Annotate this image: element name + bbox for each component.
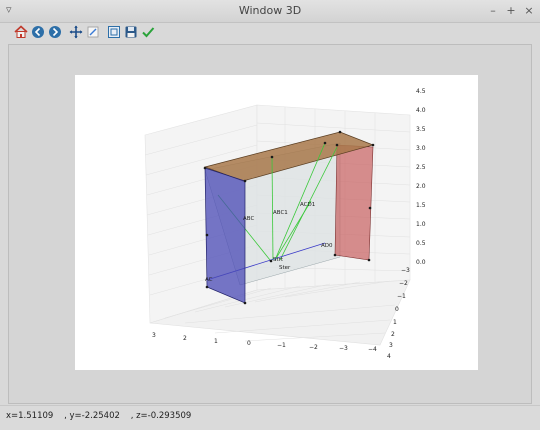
red-wall	[334, 144, 374, 261]
home-button[interactable]	[14, 25, 28, 39]
z-tick: 4.0	[416, 107, 426, 114]
forward-button[interactable]	[48, 25, 62, 39]
y-tick: 0	[395, 306, 399, 313]
y-tick: −1	[397, 293, 406, 300]
x-tick: −1	[277, 342, 286, 349]
x-tick: −2	[309, 344, 318, 351]
label-ac: AC	[205, 277, 213, 283]
y-tick: 3	[389, 342, 393, 349]
check-icon	[142, 27, 155, 38]
z-tick: 0.5	[416, 240, 426, 247]
title-bar: ▿ Window 3D – + ×	[0, 0, 540, 23]
z-tick: 1.0	[416, 221, 426, 228]
label-abc: ABC	[243, 216, 254, 222]
x-tick: −4	[368, 346, 377, 353]
toolbar	[0, 22, 540, 42]
subplots-icon	[108, 26, 120, 38]
x-tick: 2	[183, 335, 187, 342]
label-ad0: AD0	[321, 243, 333, 249]
window-title: Window 3D	[238, 4, 302, 17]
forward-icon	[49, 26, 61, 38]
label-strt: Strt	[273, 257, 284, 263]
z-tick: 3.0	[416, 145, 426, 152]
x-tick: 1	[214, 338, 218, 345]
configure-subplots-button[interactable]	[107, 25, 121, 39]
close-button[interactable]: ×	[524, 2, 534, 20]
z-tick: 2.5	[416, 164, 426, 171]
label-ster: Ster	[279, 265, 291, 271]
plot-canvas[interactable]: ABC1 ACD1 ABC AD0 Strt Ster AC 4.5 4.0 3…	[75, 75, 478, 370]
cursor-coordinates: x=1.51109 , y=-2.25402 , z=-0.293509	[6, 411, 192, 421]
zoom-button[interactable]	[86, 25, 100, 39]
y-tick: 4	[387, 353, 391, 360]
app-window: ▿ Window 3D – + × ABC1 ACD1 ABC AD0 Strt…	[0, 0, 540, 430]
pan-icon	[69, 25, 83, 39]
x-tick: −3	[339, 345, 348, 352]
window-controls: – + ×	[488, 2, 534, 20]
label-acd1: ACD1	[300, 202, 315, 208]
maximize-button[interactable]: +	[506, 2, 516, 20]
back-icon	[32, 26, 44, 38]
z-tick: 2.0	[416, 183, 426, 190]
y-tick: −3	[401, 267, 410, 274]
save-button[interactable]	[124, 25, 138, 39]
z-tick: 3.5	[416, 126, 426, 133]
apply-button[interactable]	[141, 25, 155, 39]
z-axis: 4.5 4.0 3.5 3.0 2.5 2.0 1.5 1.0 0.5 0.0	[416, 88, 426, 266]
x-tick: 3	[152, 332, 156, 339]
z-tick: 4.5	[416, 88, 426, 95]
status-bar: x=1.51109 , y=-2.25402 , z=-0.293509	[0, 405, 540, 430]
y-tick: 2	[391, 331, 395, 338]
home-icon	[14, 25, 28, 38]
zoom-icon	[87, 26, 99, 38]
z-tick: 1.5	[416, 202, 426, 209]
y-tick: 1	[393, 319, 397, 326]
save-icon	[125, 26, 137, 38]
3d-plot[interactable]: ABC1 ACD1 ABC AD0 Strt Ster AC 4.5 4.0 3…	[75, 75, 478, 370]
pan-button[interactable]	[69, 25, 83, 39]
z-tick: 0.0	[416, 259, 426, 266]
minimize-button[interactable]: –	[488, 2, 498, 20]
label-abc1: ABC1	[273, 210, 288, 216]
y-tick: −2	[399, 280, 408, 287]
x-tick: 0	[247, 340, 251, 347]
back-button[interactable]	[31, 25, 45, 39]
